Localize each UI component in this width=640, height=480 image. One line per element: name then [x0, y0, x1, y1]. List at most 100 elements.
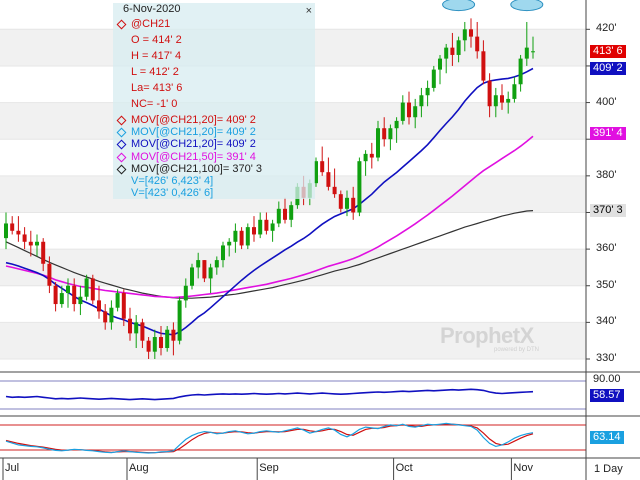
candle-body: [22, 234, 27, 242]
candle-body: [16, 230, 21, 235]
candle-body: [524, 47, 529, 59]
month-label: Jul: [5, 462, 20, 474]
legend-ohlc-row: H = 417' 4: [117, 49, 181, 64]
month-label: Oct: [395, 462, 413, 474]
candle-body: [444, 47, 449, 59]
price-tag: 370' 3: [590, 204, 626, 218]
candle-body: [345, 197, 349, 209]
candle-body: [500, 95, 504, 103]
candle-body: [388, 128, 393, 140]
candle-body: [121, 293, 126, 319]
price-tag: 391' 4: [590, 126, 626, 140]
candle-body: [159, 337, 163, 349]
legend-ohlc-row: L = 412' 2: [117, 65, 179, 80]
candle-body: [146, 340, 151, 352]
indicator-value-tag: 58.57: [590, 389, 624, 402]
candle-body: [239, 230, 244, 246]
candle-body: [357, 161, 362, 213]
candle-body: [171, 329, 176, 341]
period-label[interactable]: 1 Day: [594, 463, 623, 475]
candle-body: [97, 300, 101, 312]
candle-body: [252, 227, 256, 235]
candle-body: [400, 102, 405, 121]
candle-body: [320, 161, 325, 173]
candle-body: [177, 300, 182, 341]
candle-body: [487, 80, 492, 107]
month-label: Nov: [513, 462, 533, 474]
candle-body: [190, 267, 194, 286]
candle-body: [506, 98, 511, 103]
candle-body: [326, 172, 331, 187]
candle-body: [462, 29, 467, 41]
diamond-icon: [116, 19, 127, 30]
candle-body: [214, 260, 219, 268]
candle-body: [66, 285, 70, 294]
y-tick-label: 330': [596, 352, 617, 364]
candle-body: [152, 337, 157, 352]
candle-body: [283, 208, 287, 220]
candle-body: [518, 58, 523, 85]
candle-body: [289, 205, 294, 220]
candle-body: [59, 293, 64, 305]
y-tick-label: 380': [596, 168, 617, 181]
legend-panel[interactable]: 6-Nov-2020 × @CH21 O = 414' 2 H = 417' 4 L…: [113, 3, 315, 199]
month-label: Sep: [259, 462, 279, 474]
y-tick-label: 360': [596, 242, 617, 255]
candle-body: [376, 128, 380, 158]
candle-body: [438, 58, 442, 70]
diamond-icon: [116, 164, 127, 175]
candle-body: [208, 267, 213, 279]
y-tick-label: 350': [596, 278, 617, 291]
candle-body: [53, 285, 58, 305]
chart-root: ProphetX powered by DTN 6-Nov-2020 × @CH…: [0, 0, 640, 480]
candle-body: [90, 278, 95, 301]
candle-body: [407, 102, 411, 118]
indicator1-axis-label: 90.00: [593, 373, 621, 385]
candle-body: [469, 29, 473, 37]
candle-body: [369, 153, 374, 158]
legend-ohlc-value: NC= -1' 0: [131, 98, 178, 110]
candle-body: [425, 87, 430, 96]
legend-symbol-row[interactable]: @CH21: [116, 17, 170, 32]
candle-body: [258, 219, 263, 235]
candle-body: [245, 227, 250, 246]
candle-body: [41, 241, 46, 264]
price-tag: 409' 2: [590, 61, 626, 75]
legend-study-row[interactable]: V=[423' 0,426' 6]: [117, 186, 213, 201]
candle-body: [270, 223, 275, 231]
candle-body: [456, 40, 461, 55]
candle-body: [276, 208, 281, 224]
diamond-icon: [116, 139, 127, 150]
candle-body: [103, 311, 108, 323]
legend-date: 6-Nov-2020: [123, 3, 181, 15]
legend-ohlc-row: La= 413' 6: [117, 81, 182, 96]
candle-body: [10, 223, 15, 231]
watermark-brand: ProphetX: [440, 323, 534, 348]
candle-body: [431, 69, 436, 88]
legend-ohlc-row: NC= -1' 0: [117, 97, 177, 112]
candle-body: [28, 241, 33, 246]
legend-ohlc-value: La= 413' 6: [131, 82, 183, 94]
candle-body: [4, 223, 8, 239]
candle-body: [394, 120, 399, 129]
candle-body: [413, 106, 418, 118]
diamond-icon: [116, 152, 127, 163]
candle-body: [363, 153, 368, 162]
candle-body: [196, 260, 201, 268]
candle-body: [227, 241, 232, 246]
candle-body: [475, 36, 480, 52]
candle-body: [115, 293, 120, 308]
selection-marker: [510, 0, 544, 12]
candle-body: [382, 128, 387, 140]
candle-body: [351, 197, 356, 213]
legend-study-label: V=[423' 0,426' 6]: [131, 187, 214, 200]
legend-ohlc-value: H = 417' 4: [131, 50, 182, 62]
close-icon[interactable]: ×: [306, 5, 312, 17]
candle-body: [512, 84, 517, 99]
legend-ohlc-value: L = 412' 2: [131, 66, 179, 78]
candle-body: [332, 186, 337, 195]
y-tick-label: 420': [596, 22, 617, 35]
legend-ohlc-row: O = 414' 2: [117, 33, 182, 48]
selection-marker: [442, 0, 476, 12]
candle-body: [109, 307, 114, 323]
